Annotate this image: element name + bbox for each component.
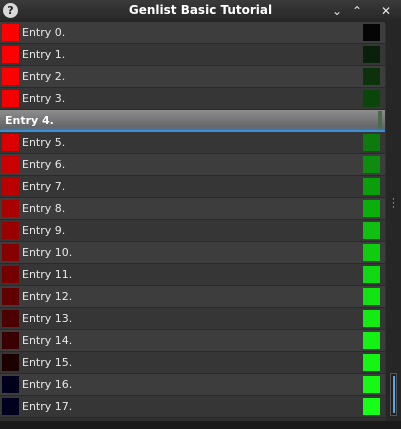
list-item[interactable]: Entry 5.: [0, 132, 385, 154]
selection-grip: [378, 111, 382, 130]
color-swatch-right: [363, 90, 380, 107]
color-swatch-right: [363, 68, 380, 85]
vertical-scrollbar[interactable]: · · ·: [386, 22, 401, 421]
list-item-label: Entry 7.: [22, 180, 66, 193]
list-item[interactable]: Entry 9.: [0, 220, 385, 242]
list-item[interactable]: Entry 6.: [0, 154, 385, 176]
color-swatch-right: [363, 398, 380, 415]
color-swatch-right: [363, 244, 380, 261]
color-swatch-right: [363, 178, 380, 195]
title-bar: ? Genlist Basic Tutorial ⌄ ⌃ ✕: [0, 0, 401, 23]
list-item-selected[interactable]: Entry 4.: [0, 110, 385, 133]
color-swatch-left: [2, 200, 19, 217]
list-item-label: Entry 16.: [22, 378, 73, 391]
color-swatch-left: [2, 354, 19, 371]
color-swatch-right: [363, 24, 380, 41]
scrollbar-grip-icon: · · ·: [392, 195, 395, 213]
list-item[interactable]: Entry 2.: [0, 66, 385, 88]
list-item[interactable]: Entry 7.: [0, 176, 385, 198]
list-item-label: Entry 5.: [22, 136, 66, 149]
color-swatch-right: [363, 156, 380, 173]
list-item[interactable]: Entry 17.: [0, 396, 385, 418]
color-swatch-right: [363, 376, 380, 393]
list-item[interactable]: Entry 3.: [0, 88, 385, 110]
list-item[interactable]: Entry 10.: [0, 242, 385, 264]
color-swatch-left: [2, 398, 19, 415]
list-item-label: Entry 14.: [22, 334, 73, 347]
color-swatch-left: [2, 46, 19, 63]
list-item[interactable]: Entry 12.: [0, 286, 385, 308]
color-swatch-right: [363, 332, 380, 349]
color-swatch-left: [2, 310, 19, 327]
color-swatch-right: [363, 354, 380, 371]
color-swatch-left: [2, 222, 19, 239]
color-swatch-left: [2, 288, 19, 305]
list-item-label: Entry 11.: [22, 268, 73, 281]
list-item[interactable]: Entry 15.: [0, 352, 385, 374]
list-item-label: Entry 15.: [22, 356, 73, 369]
list-item-label: Entry 13.: [22, 312, 73, 325]
maximize-button[interactable]: ⌃: [348, 2, 366, 20]
color-swatch-left: [2, 68, 19, 85]
color-swatch-left: [2, 376, 19, 393]
list-item-label: Entry 0.: [22, 26, 66, 39]
list-item[interactable]: Entry 13.: [0, 308, 385, 330]
color-swatch-left: [2, 332, 19, 349]
color-swatch-left: [2, 244, 19, 261]
list-item-label: Entry 6.: [22, 158, 66, 171]
color-swatch-right: [363, 222, 380, 239]
list-item[interactable]: Entry 14.: [0, 330, 385, 352]
list-item-label: Entry 12.: [22, 290, 73, 303]
list-item-label: Entry 3.: [22, 92, 66, 105]
list-item[interactable]: Entry 11.: [0, 264, 385, 286]
color-swatch-right: [363, 134, 380, 151]
list-item-label: Entry 1.: [22, 48, 66, 61]
thumb-highlight: [393, 376, 395, 413]
close-button[interactable]: ✕: [377, 2, 395, 20]
color-swatch-right: [363, 46, 380, 63]
list-item-label: Entry 9.: [22, 224, 66, 237]
color-swatch-left: [2, 266, 19, 283]
color-swatch-left: [2, 24, 19, 41]
color-swatch-right: [363, 266, 380, 283]
color-swatch-left: [2, 90, 19, 107]
window-bottom-edge: [0, 421, 401, 429]
list-item[interactable]: Entry 8.: [0, 198, 385, 220]
list-item[interactable]: Entry 0.: [0, 22, 385, 44]
list-item-label: Entry 8.: [22, 202, 66, 215]
list-item-label: Entry 10.: [22, 246, 73, 259]
color-swatch-right: [363, 310, 380, 327]
color-swatch-left: [2, 178, 19, 195]
list-item[interactable]: Entry 16.: [0, 374, 385, 396]
minimize-button[interactable]: ⌄: [328, 2, 346, 20]
list-item[interactable]: Entry 1.: [0, 44, 385, 66]
color-swatch-right: [363, 288, 380, 305]
list-item-label: Entry 17.: [22, 400, 73, 413]
color-swatch-right: [363, 200, 380, 217]
list-item-label: Entry 2.: [22, 70, 66, 83]
genlist[interactable]: Entry 0. Entry 1. Entry 2. Entry 3. Entry 4.…: [0, 22, 385, 421]
color-swatch-left: [2, 134, 19, 151]
color-swatch-left: [2, 156, 19, 173]
scrollbar-thumb[interactable]: [390, 373, 397, 416]
list-item-label: Entry 4.: [5, 114, 54, 127]
